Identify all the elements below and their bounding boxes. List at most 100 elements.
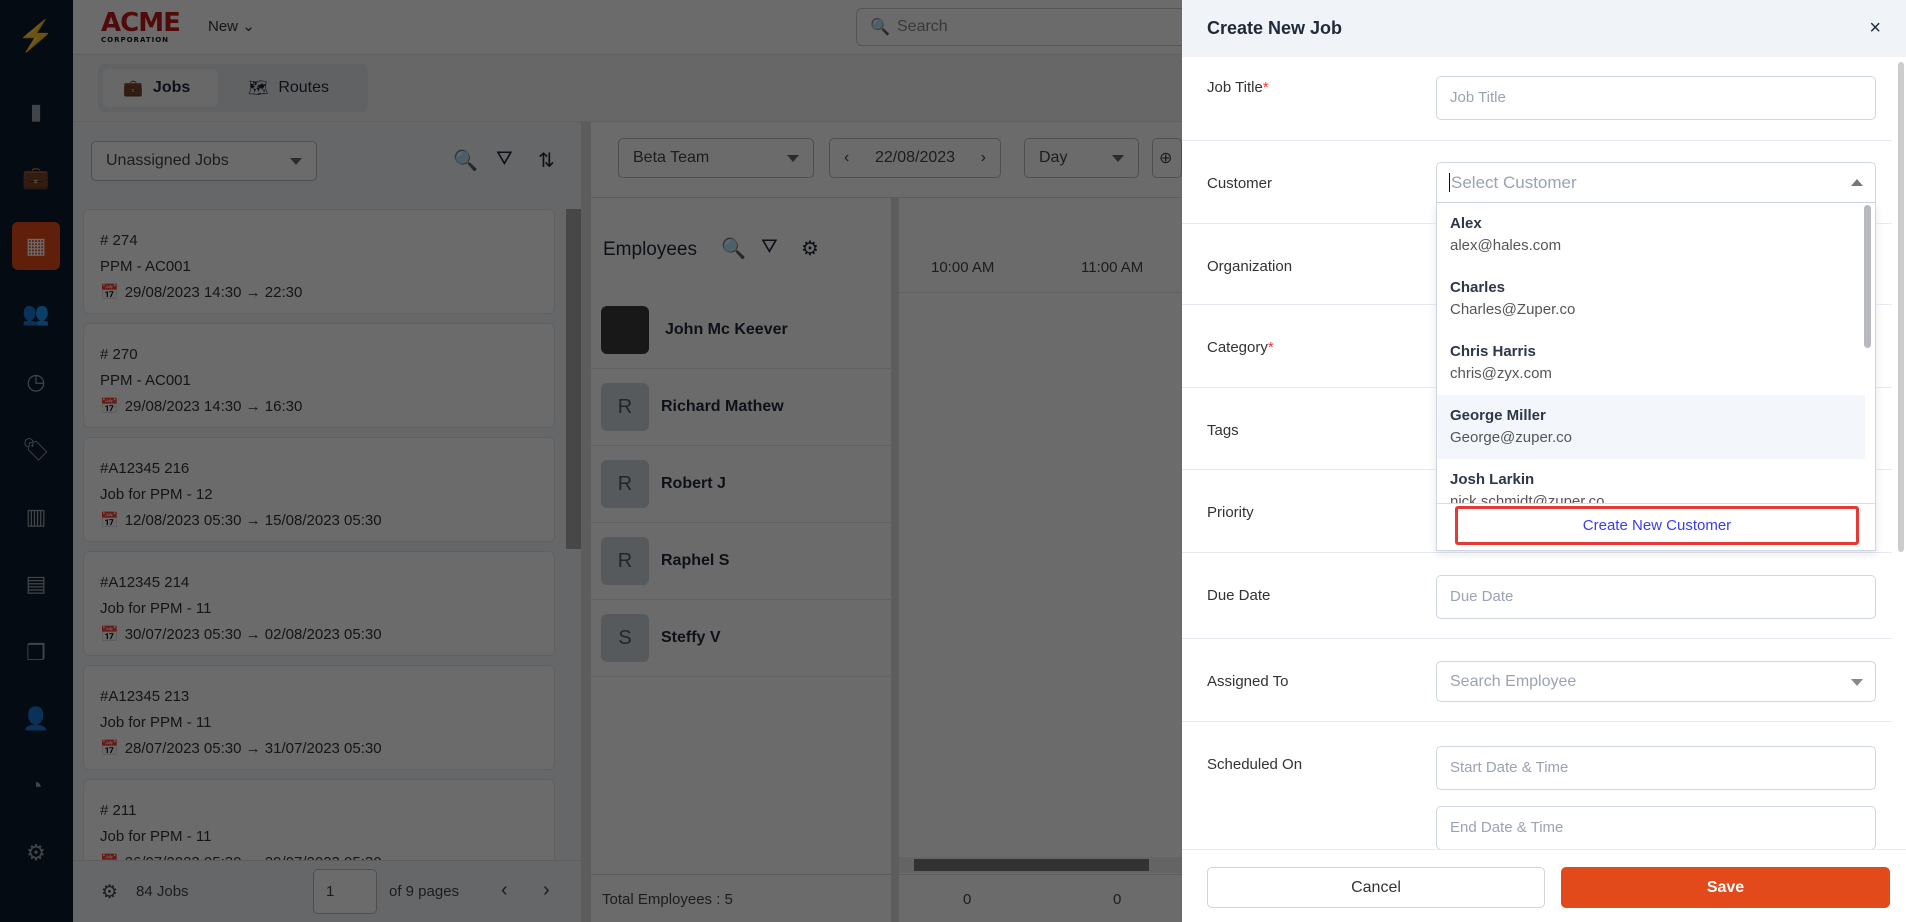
placeholder: Due Date <box>1450 588 1514 605</box>
date-navigator[interactable]: ‹ 22/08/2023 › <box>829 138 1001 178</box>
job-card[interactable]: #A12345 214 Job for PPM - 11 📅 30/07/2023 0… <box>83 551 555 656</box>
horizontal-scrollbar[interactable] <box>899 857 1182 873</box>
employee-row[interactable]: R Raphel S <box>591 523 893 600</box>
employee-name: Steffy V <box>661 629 721 646</box>
end-datetime-input[interactable]: End Date & Time <box>1436 806 1876 850</box>
global-search-input[interactable]: 🔍 Search <box>856 8 1183 46</box>
documents-icon[interactable]: ❐ <box>12 629 60 677</box>
next-page-icon[interactable]: › <box>543 879 550 902</box>
cancel-button[interactable]: Cancel <box>1207 867 1545 908</box>
placeholder: End Date & Time <box>1450 819 1564 836</box>
customer-option[interactable]: Alex alex@hales.com <box>1437 203 1865 267</box>
search-icon[interactable]: 🔍 <box>453 148 478 173</box>
page-total: of 9 pages <box>389 883 460 900</box>
view-value: Day <box>1039 149 1068 166</box>
calendar-clock-icon: 📅 <box>100 740 119 757</box>
map-icon: 🗺 <box>248 80 269 97</box>
field-label: Priority <box>1207 504 1254 521</box>
divider <box>1437 503 1875 504</box>
divider <box>591 197 1182 198</box>
start-datetime-input[interactable]: Start Date & Time <box>1436 746 1876 790</box>
settings-icon[interactable]: ⚙ <box>12 829 60 877</box>
page-input[interactable]: 1 <box>313 869 377 914</box>
calendar-icon[interactable]: ▦ <box>12 222 60 270</box>
time-header: 10:00 AM <box>931 259 995 276</box>
prev-page-icon[interactable]: ‹ <box>501 879 508 902</box>
job-card[interactable]: #A12345 213 Job for PPM - 11 📅 28/07/2023 0… <box>83 665 555 770</box>
user-icon[interactable]: 👤 <box>12 695 60 743</box>
placeholder: Job Title <box>1450 89 1506 106</box>
close-icon[interactable]: × <box>1869 17 1881 40</box>
view-select[interactable]: Day <box>1024 138 1139 178</box>
jobs-count: 84 Jobs <box>136 883 189 900</box>
customer-option[interactable]: Charles Charles@Zuper.co <box>1437 267 1865 331</box>
employee-row[interactable]: John Mc Keever <box>591 292 893 369</box>
customer-select[interactable]: Select Customer <box>1436 162 1876 203</box>
job-title: PPM - AC001 <box>100 258 191 275</box>
tab-routes[interactable]: 🗺 Routes <box>228 69 358 107</box>
chevron-down-icon: ⌄ <box>242 18 255 35</box>
list-scrollbar[interactable] <box>566 209 581 549</box>
job-card[interactable]: # 270 PPM - AC001 📅 29/08/2023 14:30 → 16:3… <box>83 323 555 428</box>
new-menu[interactable]: New ⌄ <box>208 17 255 35</box>
map-icon[interactable]: ▥ <box>12 493 60 541</box>
field-scheduled-on: Scheduled On Start Date & Time End Date & … <box>1182 722 1892 850</box>
total-count: 0 <box>963 891 972 908</box>
job-card[interactable]: # 211 Job for PPM - 11 📅 26/07/2023 05:30 →… <box>83 779 555 860</box>
app-logo-icon[interactable]: ⚡ <box>12 12 60 60</box>
avatar: R <box>601 537 649 585</box>
gear-icon[interactable]: ⚙ <box>801 236 819 261</box>
customer-email: Charles@Zuper.co <box>1450 301 1576 318</box>
tag-icon[interactable]: 🏷 <box>12 426 60 474</box>
customer-option[interactable]: Chris Harris chris@zyx.com <box>1437 331 1865 395</box>
calendar-clock-icon: 📅 <box>100 626 119 643</box>
sort-icon[interactable]: ⇅ <box>538 148 555 173</box>
total-count: 0 <box>1113 891 1122 908</box>
customer-option[interactable]: Josh Larkin nick.schmidt@zuper.co <box>1437 459 1865 503</box>
job-card[interactable]: #A12345 216 Job for PPM - 12 📅 12/08/2023 0… <box>83 437 555 542</box>
employee-row[interactable]: S Steffy V <box>591 600 893 677</box>
job-card[interactable]: # 274 PPM - AC001 📅 29/08/2023 14:30 → 22:3… <box>83 209 555 314</box>
users-icon[interactable]: 👥 <box>12 290 60 338</box>
tab-jobs[interactable]: 💼 Jobs <box>103 69 218 107</box>
filter-icon[interactable]: ⛛ <box>496 148 513 171</box>
drawer-scrollbar[interactable] <box>1898 62 1904 552</box>
job-schedule: 30/07/2023 05:30 → 02/08/2023 05:30 <box>124 626 382 643</box>
assigned-to-select[interactable]: Search Employee <box>1436 661 1876 702</box>
filter-icon[interactable]: ⛛ <box>761 236 778 259</box>
employee-name: Robert J <box>661 475 726 492</box>
dashboard-icon[interactable]: ▮ <box>12 88 60 136</box>
employee-row[interactable]: R Robert J <box>591 446 893 523</box>
search-icon[interactable]: 🔍 <box>721 236 746 261</box>
scrollbar-thumb[interactable] <box>914 859 1149 871</box>
dropdown-scrollbar[interactable] <box>1864 205 1871 348</box>
field-label: Scheduled On <box>1207 756 1303 773</box>
due-date-input[interactable]: Due Date <box>1436 575 1876 619</box>
tabs-bar: 💼 Jobs 🗺 Routes <box>73 55 1183 122</box>
chevron-left-icon[interactable]: ‹ <box>844 149 849 167</box>
job-title-input[interactable]: Job Title <box>1436 76 1876 120</box>
customer-option-hovered[interactable]: George Miller George@zuper.co <box>1437 395 1865 459</box>
job-schedule: 29/08/2023 14:30 → 22:30 <box>124 284 303 301</box>
pie-chart-icon[interactable]: ◔ <box>12 762 60 810</box>
field-due-date: Due Date Due Date <box>1182 553 1892 639</box>
settings-icon[interactable]: ⚙ <box>101 881 118 904</box>
job-filter-select[interactable]: Unassigned Jobs <box>91 141 317 181</box>
clock-icon[interactable]: ◷ <box>12 358 60 406</box>
customer-email: alex@hales.com <box>1450 237 1562 254</box>
employee-name: Richard Mathew <box>661 398 784 415</box>
caret-down-icon <box>1851 679 1863 686</box>
chevron-right-icon[interactable]: › <box>981 149 986 167</box>
required-marker: * <box>1262 79 1269 96</box>
calculator-icon[interactable]: ▤ <box>12 560 60 608</box>
job-schedule: 12/08/2023 05:30 → 15/08/2023 05:30 <box>124 512 382 529</box>
field-label: Organization <box>1207 258 1293 275</box>
page-value: 1 <box>326 883 335 900</box>
team-select[interactable]: Beta Team <box>618 138 814 178</box>
save-button[interactable]: Save <box>1561 867 1890 908</box>
create-new-customer-button[interactable]: Create New Customer <box>1455 506 1859 545</box>
briefcase-icon[interactable]: 💼 <box>12 154 60 202</box>
zoom-in-button[interactable]: ⊕ <box>1152 138 1182 178</box>
customer-email: nick.schmidt@zuper.co <box>1450 493 1605 503</box>
employee-row[interactable]: R Richard Mathew <box>591 369 893 446</box>
